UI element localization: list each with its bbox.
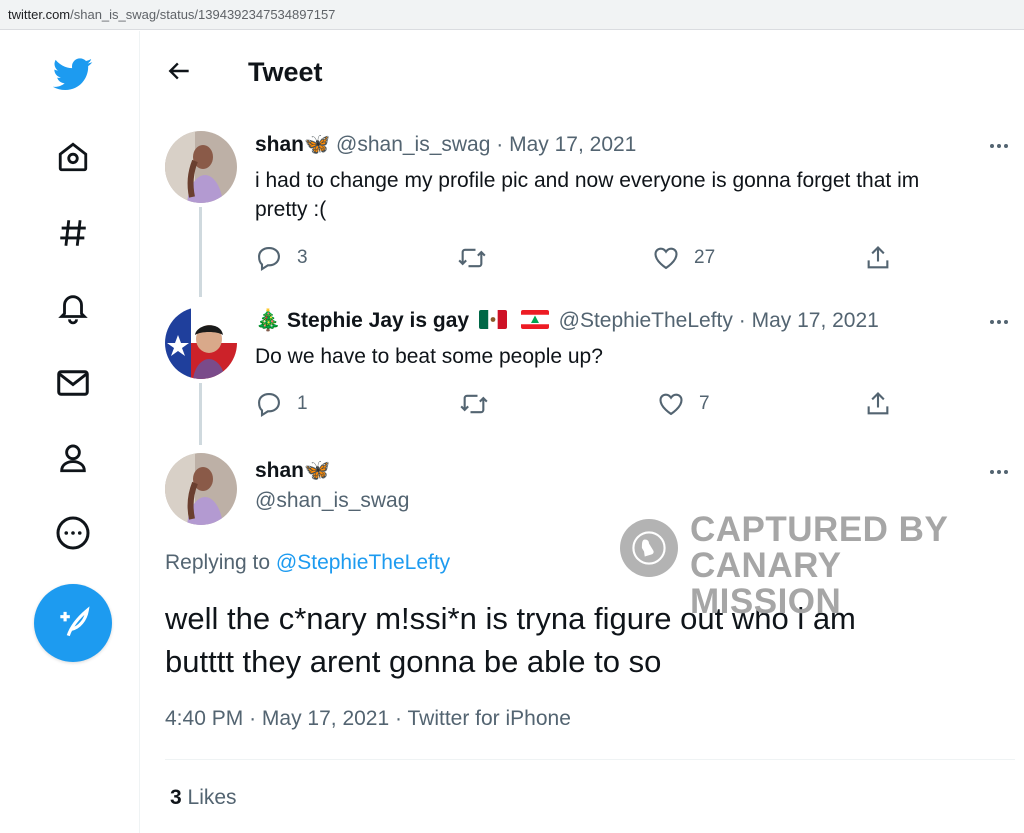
browser-url-bar[interactable]: twitter.com/shan_is_swag/status/13943923… [0,0,1024,30]
avatar[interactable] [165,453,237,525]
retweet-icon [458,248,486,268]
divider [165,759,1015,760]
avatar[interactable] [165,131,237,203]
tree-emoji: 🎄 [255,309,282,332]
handle[interactable]: @shan_is_swag [336,133,490,156]
tweet-date[interactable]: May 17, 2021 [752,309,879,332]
reply-button[interactable]: 1 [255,390,308,418]
url-text: twitter.com/shan_is_swag/status/13943923… [8,7,336,22]
mexico-flag-icon [478,310,507,329]
tweet-source: Twitter for iPhone [407,707,571,730]
tweet-time[interactable]: 4:40 PM [165,707,243,730]
compose-tweet-icon [60,606,90,637]
separator: · [395,707,403,730]
display-name[interactable]: Stephie Jay is gay [287,309,469,332]
retweet-button[interactable] [456,244,488,272]
reply-icon [258,247,280,272]
like-count: 7 [699,393,710,414]
tweet-date[interactable]: May 17, 2021 [509,133,636,156]
likes-count: 3 [170,786,182,809]
thread-line [199,207,202,297]
avatar[interactable] [165,307,237,379]
like-count: 27 [694,247,716,268]
home-icon[interactable] [53,137,93,177]
heart-icon [654,247,678,270]
main-tweet-name[interactable]: shan🦋 [255,459,330,483]
tweet-header: shan🦋 @shan_is_swag · May 17, 2021 [255,133,636,157]
separator: · [738,309,746,332]
display-name[interactable]: shan🦋 [255,459,330,482]
twitter-logo-icon[interactable] [53,55,93,95]
separator: · [496,133,504,156]
likes-label: Likes [187,786,237,809]
sidebar-nav [0,31,140,833]
notifications-bell-icon[interactable] [53,288,93,328]
tweet-date[interactable]: May 17, 2021 [262,707,389,730]
lebanon-flag-icon [520,310,549,329]
retweet-button[interactable] [458,390,490,418]
watermark-text: CAPTURED BY CANARY MISSION [690,510,949,621]
tweet-header: 🎄 Stephie Jay is gay @StephieTheLefty · … [255,309,879,333]
canary-logo-icon [620,519,678,577]
profile-person-icon[interactable] [53,438,93,478]
reply-icon [258,393,280,418]
more-options-icon[interactable] [984,462,1014,482]
likes-summary[interactable]: 3 Likes [170,786,237,810]
more-options-icon[interactable] [984,136,1014,156]
replying-to: Replying to @StephieTheLefty [165,551,450,575]
replying-handle-link[interactable]: @StephieTheLefty [276,551,450,574]
display-name[interactable]: shan🦋 [255,133,330,156]
tweet-text: i had to change my profile pic and now e… [255,169,920,221]
back-arrow-icon[interactable] [164,55,196,87]
more-circle-icon[interactable] [53,513,93,553]
reply-count: 3 [297,247,308,268]
like-button[interactable]: 27 [652,244,715,272]
watermark: CAPTURED BY CANARY MISSION [620,512,990,620]
tweet-text: Do we have to beat some people up? [255,345,603,368]
handle[interactable]: @StephieTheLefty [559,309,733,332]
thread-line [199,383,202,445]
heart-icon [659,393,683,416]
share-button[interactable] [864,244,892,272]
share-icon [867,392,889,415]
tweet-timestamp: 4:40 PM · May 17, 2021 · Twitter for iPh… [165,707,571,731]
compose-tweet-button[interactable] [34,584,112,662]
more-options-icon[interactable] [984,312,1014,332]
page-title: Tweet [248,57,323,87]
page-header: Tweet [140,31,1024,117]
reply-button[interactable]: 3 [255,244,308,272]
share-icon [867,246,889,269]
separator: · [249,707,257,730]
share-button[interactable] [864,390,892,418]
messages-envelope-icon[interactable] [53,363,93,403]
retweet-icon [460,394,488,414]
explore-hashtag-icon[interactable] [53,213,93,253]
handle[interactable]: @shan_is_swag [255,489,409,513]
replying-label: Replying to [165,551,271,574]
reply-count: 1 [297,393,308,414]
like-button[interactable]: 7 [657,390,710,418]
